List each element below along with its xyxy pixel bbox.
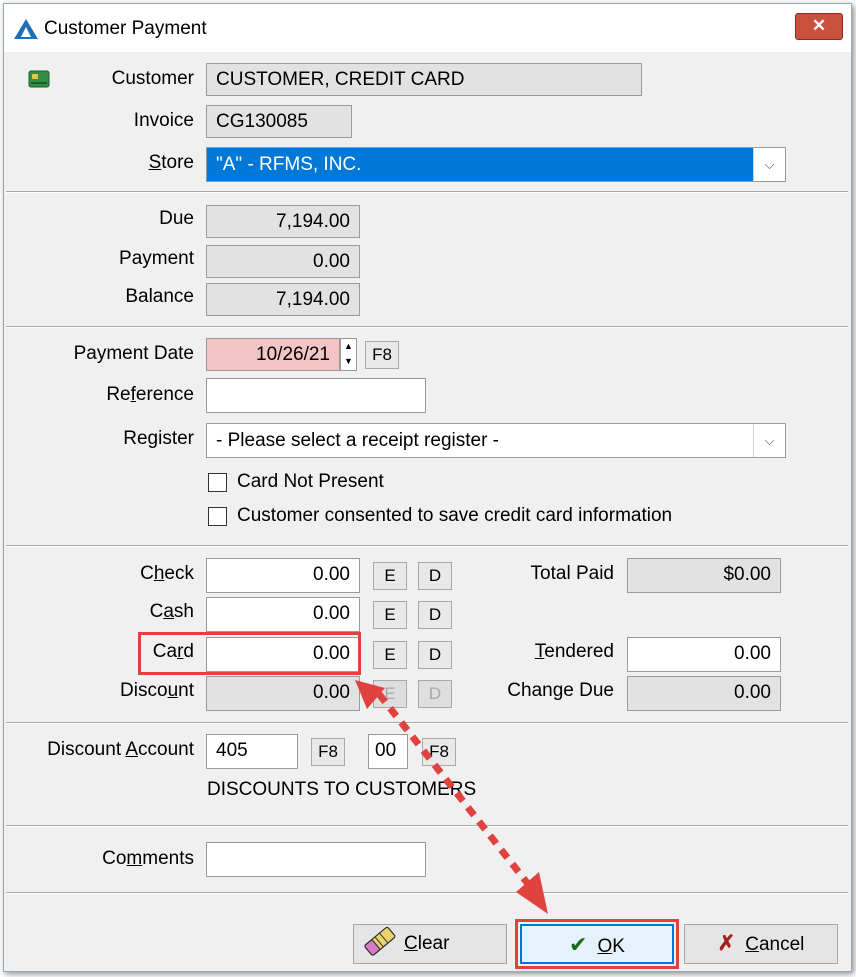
divider — [6, 191, 848, 193]
x-cancel-icon: ✗ — [717, 932, 736, 955]
register-select[interactable]: - Please select a receipt register - ⌵ — [206, 423, 786, 458]
discount-account-description: DISCOUNTS TO CUSTOMERS — [207, 779, 477, 800]
card-not-present-label: Card Not Present — [237, 471, 384, 492]
consent-checkbox[interactable] — [208, 507, 227, 526]
register-select-value: - Please select a receipt register - — [216, 430, 500, 451]
total-paid-field: $0.00 — [627, 558, 781, 593]
total-paid-label: Total Paid — [530, 563, 614, 584]
check-e-button[interactable]: E — [373, 562, 407, 590]
chevron-down-icon[interactable]: ⌵ — [753, 148, 785, 181]
store-label: Store — [148, 152, 194, 173]
discount-account-label: Discount Account — [47, 739, 194, 760]
change-due-label: Change Due — [507, 680, 614, 701]
change-due-field: 0.00 — [627, 676, 781, 711]
tendered-label: Tendered — [534, 641, 614, 662]
credit-card-icon — [28, 70, 50, 88]
close-button[interactable]: ✕ — [795, 13, 843, 40]
check-d-button[interactable]: D — [418, 562, 452, 590]
divider — [6, 722, 848, 724]
app-logo-icon — [14, 19, 38, 39]
balance-label: Balance — [125, 286, 194, 307]
date-spinner[interactable]: ▲ ▼ — [340, 338, 357, 371]
chevron-down-icon[interactable]: ⌵ — [753, 424, 785, 457]
cancel-button-label: Cancel — [745, 934, 805, 955]
ok-highlight-box — [515, 919, 679, 969]
title-bar: Customer Payment ✕ — [4, 4, 851, 52]
divider — [6, 825, 848, 827]
eraser-icon — [364, 926, 396, 956]
spin-down-icon[interactable]: ▼ — [341, 354, 356, 369]
discount-subaccount-f8-button[interactable]: F8 — [422, 738, 456, 766]
discount-label: Discount — [120, 680, 194, 701]
store-select[interactable]: "A" - RFMS, INC. ⌵ — [206, 147, 786, 182]
consent-label: Customer consented to save credit card i… — [237, 505, 673, 526]
customer-field: CUSTOMER, CREDIT CARD — [206, 63, 642, 96]
check-label: Check — [140, 563, 194, 584]
window-title: Customer Payment — [44, 18, 207, 39]
discount-account-f8-button[interactable]: F8 — [311, 738, 345, 766]
payment-date-f8-button[interactable]: F8 — [365, 341, 399, 369]
divider — [6, 545, 848, 547]
spin-up-icon[interactable]: ▲ — [341, 339, 356, 354]
payment-field: 0.00 — [206, 245, 360, 278]
reference-label: Reference — [106, 384, 194, 405]
card-d-button[interactable]: D — [418, 641, 452, 669]
card-e-button[interactable]: E — [373, 641, 407, 669]
cancel-button[interactable]: ✗ Cancel — [684, 924, 838, 964]
invoice-label: Invoice — [133, 110, 194, 131]
cash-input[interactable]: 0.00 — [206, 597, 360, 632]
due-label: Due — [159, 208, 194, 229]
customer-label: Customer — [111, 68, 194, 89]
cash-e-button[interactable]: E — [373, 601, 407, 629]
clear-button-label: Clear — [404, 933, 450, 954]
payment-label: Payment — [119, 248, 194, 269]
cash-d-button[interactable]: D — [418, 601, 452, 629]
check-input[interactable]: 0.00 — [206, 558, 360, 593]
card-not-present-checkbox[interactable] — [208, 473, 227, 492]
balance-field: 7,194.00 — [206, 283, 360, 316]
tendered-input[interactable]: 0.00 — [627, 637, 781, 672]
discount-field: 0.00 — [206, 676, 360, 711]
register-label: Register — [123, 428, 194, 449]
payment-date-field[interactable]: 10/26/21 — [206, 338, 340, 371]
customer-payment-window: Customer Payment ✕ Customer CUSTOMER, CR… — [3, 3, 852, 972]
discount-d-button: D — [418, 680, 452, 708]
reference-input[interactable] — [206, 378, 426, 413]
divider — [6, 892, 848, 894]
discount-account-input[interactable]: 405 — [206, 734, 298, 769]
discount-e-button: E — [373, 680, 407, 708]
invoice-field: CG130085 — [206, 105, 352, 138]
due-field: 7,194.00 — [206, 205, 360, 238]
cash-label: Cash — [149, 601, 194, 622]
comments-input[interactable] — [206, 842, 426, 877]
divider — [6, 326, 848, 328]
clear-button[interactable]: Clear — [353, 924, 507, 964]
payment-date-label: Payment Date — [73, 343, 194, 364]
comments-label: Comments — [102, 848, 194, 869]
store-select-value: "A" - RFMS, INC. — [216, 154, 362, 175]
card-highlight-box — [138, 632, 361, 675]
discount-subaccount-input[interactable]: 00 — [368, 734, 408, 769]
